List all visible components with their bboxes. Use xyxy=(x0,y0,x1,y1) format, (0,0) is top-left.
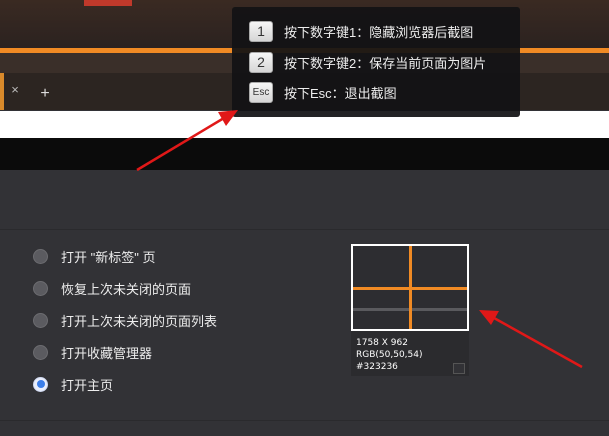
arrow-to-tooltip xyxy=(136,116,225,172)
arrowhead-tooltip xyxy=(218,110,238,126)
arrow-to-magnifier xyxy=(493,316,583,369)
arrowhead-magnifier xyxy=(479,310,499,325)
annotation-layer xyxy=(136,110,583,369)
